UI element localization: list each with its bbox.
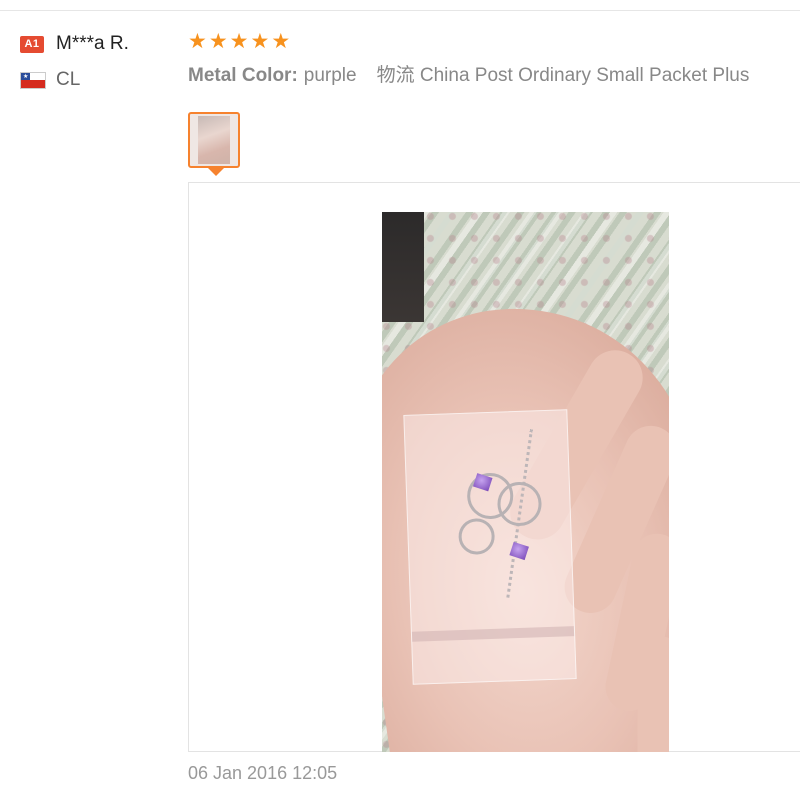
pendant-loop — [458, 517, 496, 556]
attribute-value: purple — [303, 65, 357, 86]
reviewer-info: A1 M***a R. CL — [20, 33, 129, 91]
country-row: CL — [20, 69, 129, 91]
star-icon: ★ — [208, 30, 228, 53]
review-content: ★ ★ ★ ★ ★ Metal Color: purple 物流 China Pos… — [188, 30, 800, 752]
chile-flag-icon — [20, 71, 46, 89]
review-date: 06 Jan 2016 12:05 — [188, 763, 338, 783]
thumbnail-image — [198, 116, 230, 164]
logistics-info: 物流 China Post Ordinary Small Packet Plus — [376, 65, 750, 86]
reviewer-name: M***a R. — [56, 33, 129, 54]
level-badge: A1 — [20, 35, 44, 53]
reviewer-row: A1 M***a R. — [20, 33, 129, 55]
star-icon: ★ — [271, 30, 291, 53]
bag-zip-seal — [411, 626, 575, 642]
star-icon: ★ — [250, 30, 270, 53]
attribute-label: Metal Color: — [188, 65, 298, 86]
photo-shadow — [382, 212, 424, 322]
divider — [0, 10, 800, 11]
photo-plastic-bag — [403, 409, 577, 685]
star-icon: ★ — [229, 30, 249, 53]
country-code: CL — [56, 69, 81, 90]
selected-indicator-icon — [208, 168, 224, 176]
order-details: Metal Color: purple 物流 China Post Ordinary… — [188, 60, 800, 87]
photo-preview-panel — [188, 182, 800, 752]
star-icon: ★ — [188, 30, 207, 53]
review-photo[interactable] — [382, 212, 669, 752]
review-photo-thumbnail[interactable] — [188, 112, 240, 168]
star-rating: ★ ★ ★ ★ ★ — [188, 30, 800, 54]
